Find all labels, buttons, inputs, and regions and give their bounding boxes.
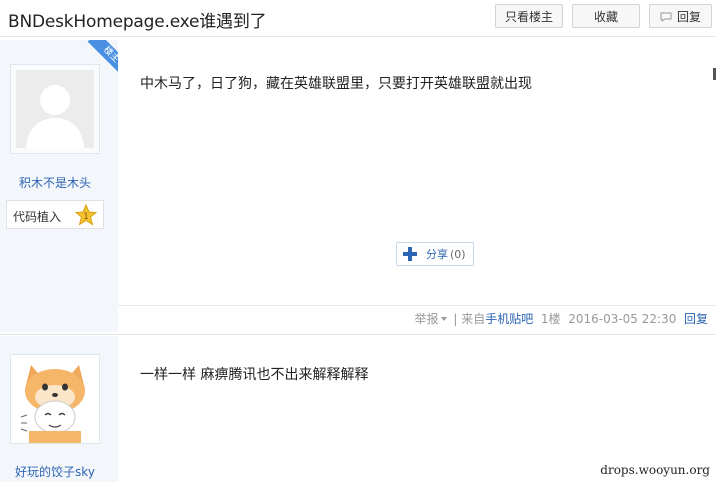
default-avatar-icon [16,70,94,148]
share-plus-icon [403,247,417,261]
reply-link[interactable]: 回复 [684,312,708,326]
author-sidebar: 积木不是木头 代码植入 1 [0,40,118,332]
dog-avatar-icon [11,355,99,443]
only-op-button[interactable]: 只看楼主 [495,4,563,28]
favorite-button[interactable]: 收藏 [572,4,640,28]
share-button[interactable]: 分享 (0) [396,242,474,266]
post-floor-1: 积木不是木头 代码植入 1 楼主 中木马了，日了狗，藏在英雄联盟里，只要打开英雄… [0,40,716,332]
share-label: 分享 [426,248,448,261]
reply-bubble-icon [660,11,672,22]
dropdown-arrow-icon[interactable] [440,317,447,321]
source-prefix: 来自 [461,312,486,326]
op-corner-ribbon: 楼主 [82,40,118,76]
avatar[interactable] [10,354,100,444]
post-timestamp: 2016-03-05 22:30 [568,312,677,326]
star-level-icon: 1 [74,203,98,226]
op-ribbon-label: 楼主 [87,40,118,76]
report-link[interactable]: 举报 [415,312,439,326]
post-footer: 举报 | 来自手机贴吧 1楼 2016-03-05 22:30 回复 [118,305,716,333]
footer-divider: | [453,312,458,326]
username-link[interactable]: 好玩的饺子sky [0,463,110,480]
post-divider [0,334,716,335]
member-badge[interactable]: 代码植入 1 [6,200,104,229]
floor-number: 1楼 [540,312,561,326]
author-sidebar: 好玩的饺子sky [0,336,118,482]
username-link[interactable]: 积木不是木头 [0,174,110,191]
reply-button-label: 回复 [676,9,701,24]
post-floor-2: 好玩的饺子sky 一样一样 麻痹腾讯也不出来解释解释 [0,336,716,482]
thread-title: BNDeskHomepage.exe谁遇到了 [8,12,267,32]
reply-button[interactable]: 回复 [649,4,712,28]
watermark: drops.wooyun.org [600,463,710,477]
badge-label: 代码植入 [13,210,62,224]
thread-header: BNDeskHomepage.exe谁遇到了 只看楼主 收藏 回复 [0,0,716,37]
post-content: 中木马了，日了狗，藏在英雄联盟里，只要打开英雄联盟就出现 [140,76,532,92]
share-count: (0) [450,247,466,261]
avatar[interactable] [10,64,100,154]
source-link[interactable]: 手机贴吧 [485,312,533,326]
badge-level-number: 1 [83,212,89,222]
post-content: 一样一样 麻痹腾讯也不出来解释解释 [140,367,369,383]
